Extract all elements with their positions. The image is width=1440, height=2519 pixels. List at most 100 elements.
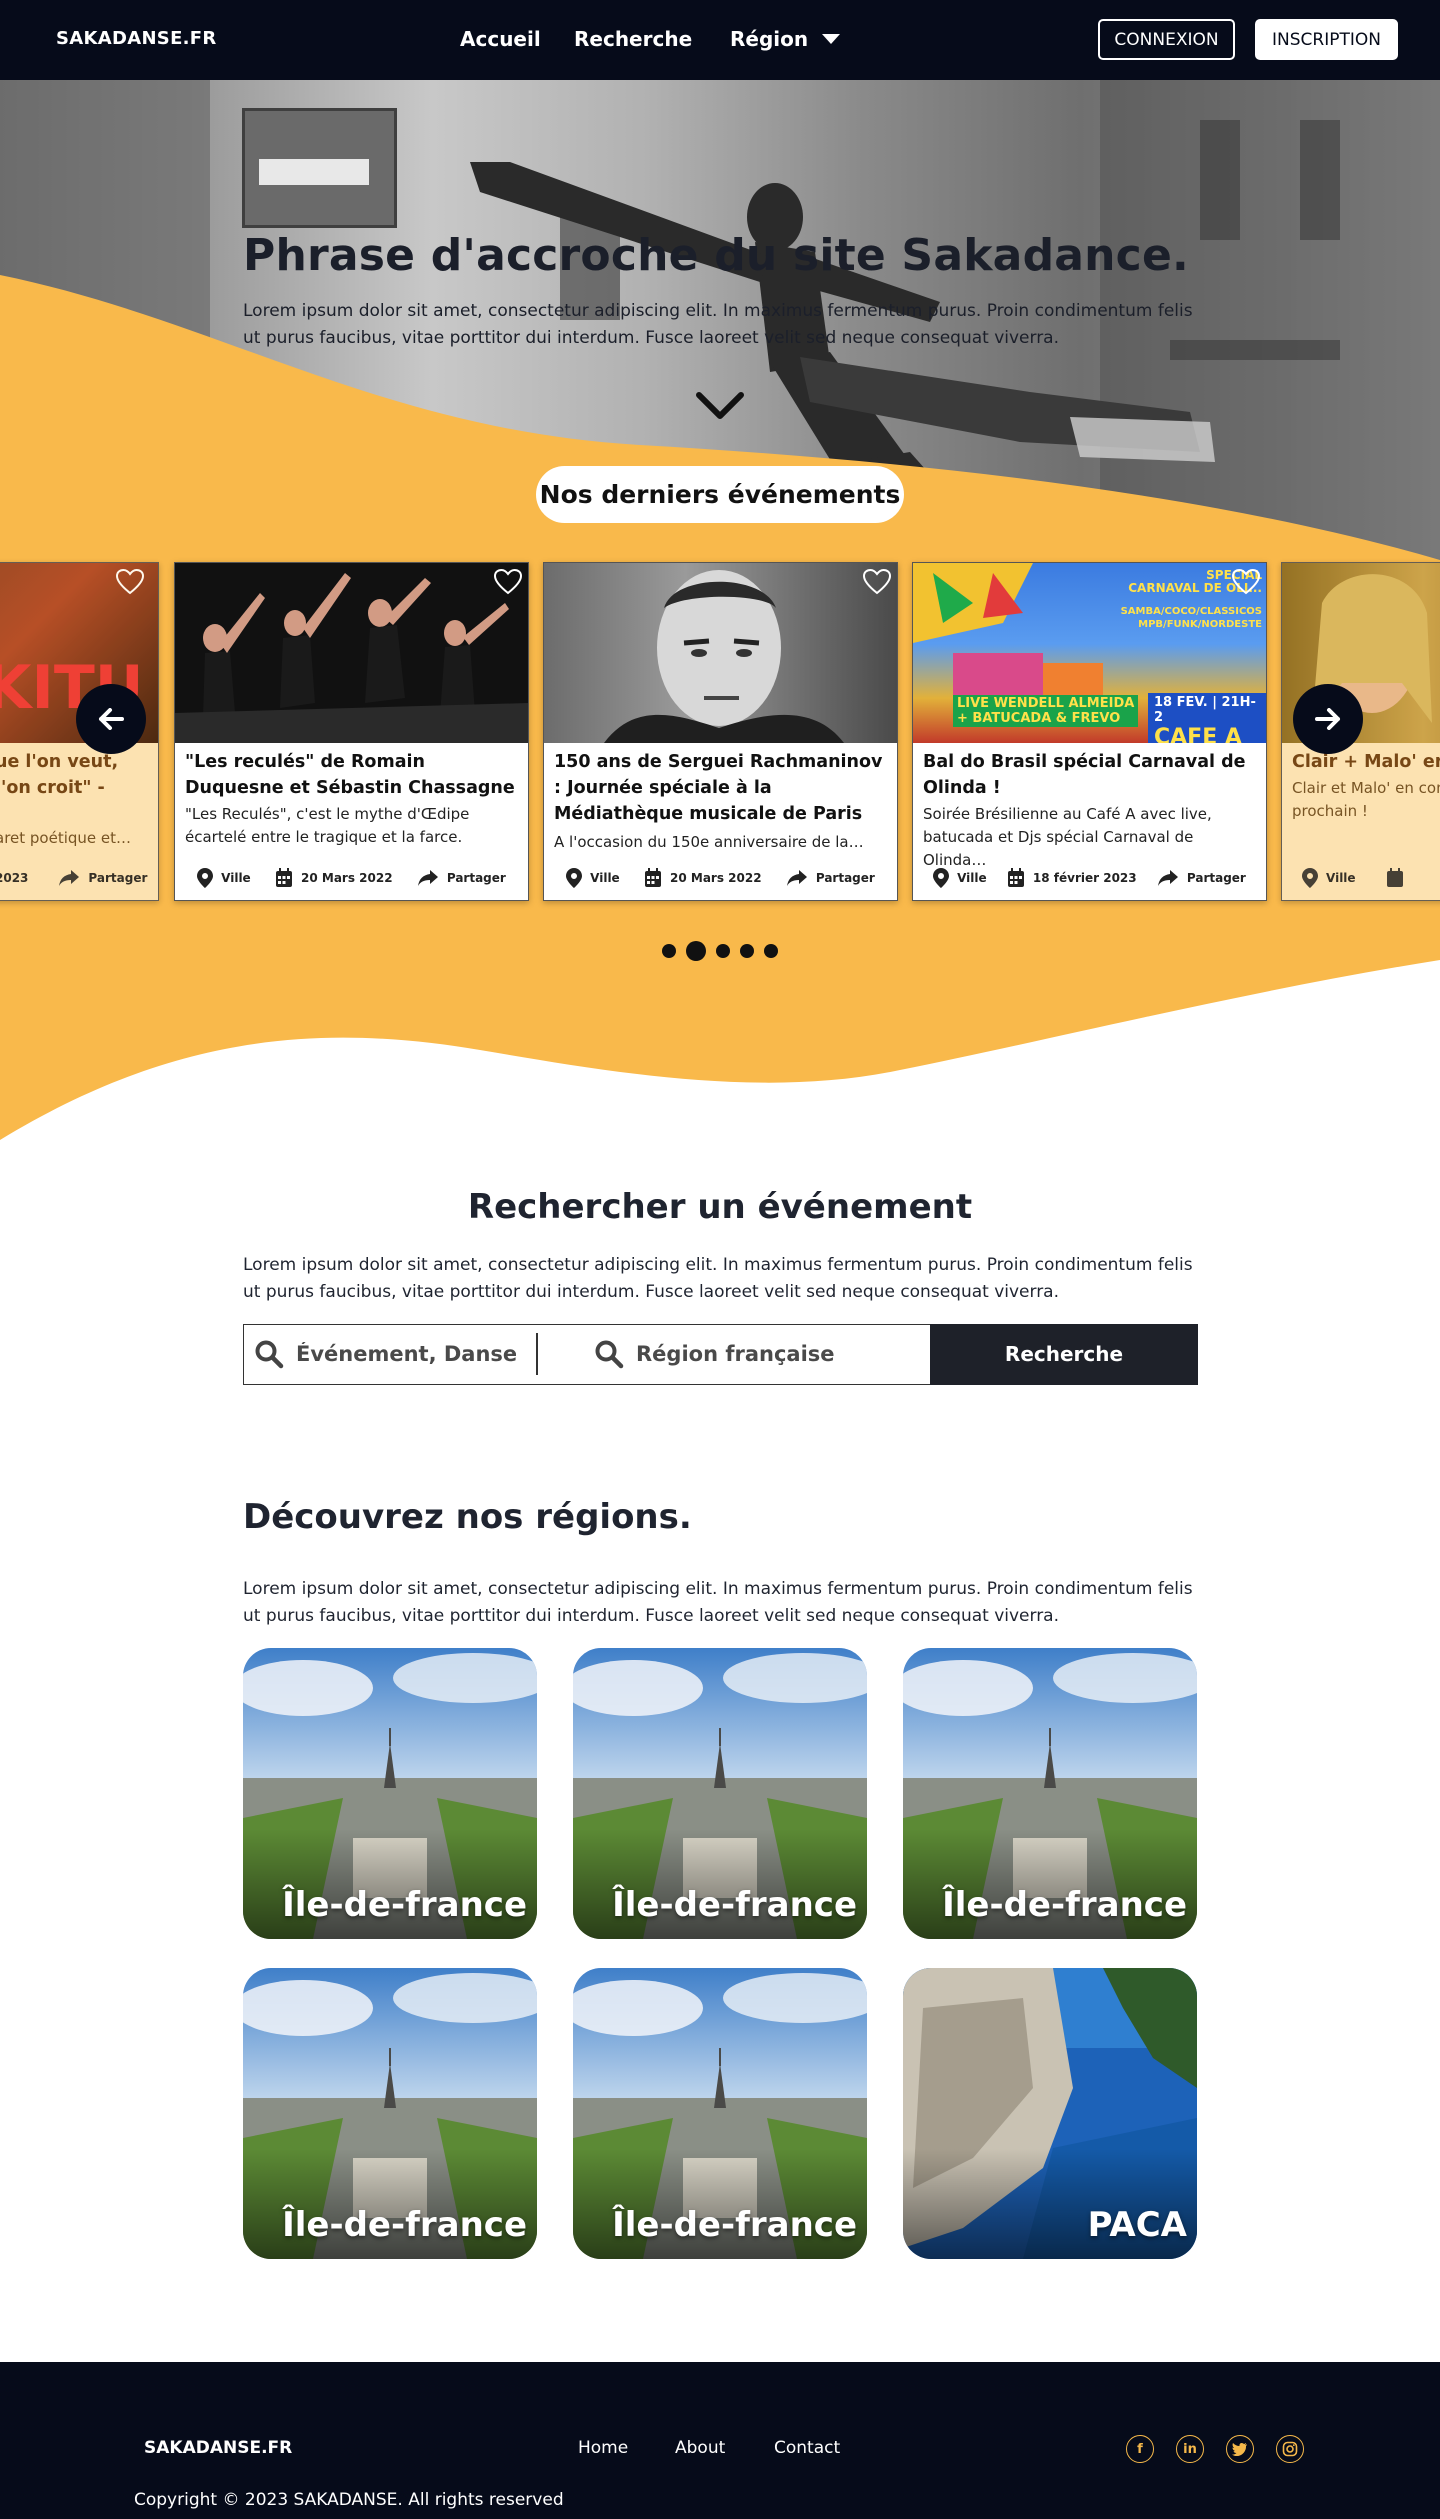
top-navbar: SAKADANSE.FR Accueil Recherche Région CO… — [0, 0, 1440, 80]
region-tile-label: Île-de-france — [612, 2205, 857, 2245]
event-card-title: 150 ans de Serguei Rachmaninov : Journée… — [554, 752, 883, 824]
linkedin-icon[interactable]: in — [1176, 2435, 1204, 2463]
heart-icon[interactable] — [494, 569, 522, 595]
event-card-title: "Les reculés" de Romain Duquesne et Séba… — [185, 752, 515, 798]
region-tile-label: PACA — [1087, 2205, 1187, 2245]
regions-section-text: Lorem ipsum dolor sit amet, consectetur … — [243, 1579, 1193, 1626]
location-pin-icon — [197, 868, 214, 888]
scroll-down-chevron-icon[interactable] — [696, 392, 744, 422]
share-icon — [786, 870, 807, 886]
share-action[interactable]: Partager — [417, 869, 506, 887]
share-icon — [1157, 870, 1178, 886]
location-pin-icon — [566, 868, 583, 888]
carousel-dot[interactable] — [764, 944, 778, 958]
search-icon — [255, 1340, 284, 1369]
footer-logo[interactable]: SAKADANSE.FR — [144, 2438, 292, 2458]
event-card-title: Bal do Brasil spécial Carnaval de Olinda… — [923, 752, 1246, 798]
footer: SAKADANSE.FR Home About Contact f in Cop… — [0, 2362, 1440, 2519]
calendar-icon — [645, 868, 661, 887]
share-label: Partager — [1186, 871, 1246, 885]
event-card[interactable]: 150 ans de Serguei Rachmaninov : Journée… — [543, 562, 898, 901]
poster-text: SAMBA/COCO/CLASSICOS — [1120, 606, 1262, 617]
heart-icon[interactable] — [1232, 569, 1260, 595]
poster-text: MPB/FUNK/NORDESTE — [1138, 619, 1262, 630]
footer-link-about[interactable]: About — [675, 2438, 725, 2458]
heart-icon[interactable] — [863, 569, 891, 595]
event-card-title: Clair + Malo' en c — [1292, 752, 1440, 772]
share-label: Partager — [446, 871, 506, 885]
nav-link-recherche[interactable]: Recherche — [574, 27, 692, 51]
event-card-image — [544, 563, 897, 743]
event-search-input[interactable] — [296, 1342, 516, 1366]
region-tile-label: Île-de-france — [282, 2205, 527, 2245]
region-tile[interactable]: Île-de-france — [573, 1648, 867, 1939]
heart-icon[interactable] — [116, 569, 144, 595]
region-tile-label: Île-de-france — [612, 1885, 857, 1925]
carousel-dot-active[interactable] — [686, 941, 706, 961]
event-card-description: A l'occasion du 150e anniversaire de la… — [554, 833, 864, 851]
event-card-city: Ville — [1326, 871, 1356, 885]
nav-link-accueil[interactable]: Accueil — [460, 27, 541, 51]
nav-link-region-label: Région — [730, 27, 809, 51]
carousel-prev-button[interactable] — [76, 684, 146, 754]
footer-link-home[interactable]: Home — [578, 2438, 628, 2458]
carousel-dot[interactable] — [662, 944, 676, 958]
share-action[interactable]: Partager — [786, 869, 875, 887]
search-bar: Recherche — [243, 1323, 1198, 1385]
carousel-dot[interactable] — [716, 944, 730, 958]
hero-title: Phrase d'accroche du site Sakadance. — [243, 230, 1189, 281]
location-pin-icon — [933, 868, 950, 888]
region-tile[interactable]: PACA — [903, 1968, 1197, 2259]
share-label: Partager — [815, 871, 875, 885]
instagram-icon[interactable] — [1276, 2435, 1304, 2463]
region-tile[interactable]: Île-de-france — [903, 1648, 1197, 1939]
event-card[interactable]: "Les reculés" de Romain Duquesne et Séba… — [174, 562, 529, 901]
hero-text: Lorem ipsum dolor sit amet, consectetur … — [243, 301, 1193, 348]
event-card-image: SPECIAL CARNAVAL DE OLI... SAMBA/COCO/CL… — [913, 563, 1266, 743]
region-tile[interactable]: Île-de-france — [243, 1968, 537, 2259]
signup-button[interactable]: INSCRIPTION — [1255, 19, 1398, 60]
carousel-dot[interactable] — [740, 944, 754, 958]
carousel-next-button[interactable] — [1293, 684, 1363, 754]
event-card-date: 20 Mars 2022 — [301, 871, 393, 885]
event-card-city: Ville — [590, 871, 620, 885]
calendar-icon — [1386, 868, 1403, 887]
poster-text: CAFE A — [1154, 725, 1242, 743]
share-icon — [59, 870, 80, 886]
region-tile-label: Île-de-france — [942, 1885, 1187, 1925]
facebook-icon[interactable]: f — [1126, 2435, 1154, 2463]
regions-section-title: Découvrez nos régions. — [243, 1497, 692, 1537]
search-icon — [595, 1340, 624, 1369]
event-card-image — [175, 563, 528, 743]
location-pin-icon — [1302, 868, 1318, 888]
event-card-description: Soirée Brésilienne au Café A avec live, … — [923, 805, 1212, 869]
poster-text: LIVE WENDELL ALMEIDA — [957, 696, 1135, 711]
login-button[interactable]: CONNEXION — [1098, 19, 1235, 60]
calendar-icon — [276, 868, 292, 887]
hero-section: Phrase d'accroche du site Sakadance. Lor… — [0, 80, 1440, 1140]
chevron-down-icon — [822, 33, 841, 44]
nav-dropdown-region[interactable]: Région — [730, 27, 841, 51]
search-section-text: Lorem ipsum dolor sit amet, consectetur … — [243, 1255, 1193, 1302]
poster-text: 18 FEV. | 21H-2 — [1154, 695, 1256, 725]
search-button[interactable]: Recherche — [930, 1323, 1198, 1385]
share-icon — [417, 870, 438, 886]
twitter-icon[interactable] — [1226, 2435, 1254, 2463]
footer-link-contact[interactable]: Contact — [774, 2438, 840, 2458]
event-card-description: aret poétique et… — [0, 829, 132, 847]
share-action[interactable]: Partager — [1157, 869, 1246, 887]
site-logo[interactable]: SAKADANSE.FR — [56, 28, 217, 49]
region-tile[interactable]: Île-de-france — [243, 1648, 537, 1939]
region-tile-label: Île-de-france — [282, 1885, 527, 1925]
share-action[interactable]: Partager — [58, 869, 147, 887]
event-card-description: Clair et Malo' en con prochain ! — [1292, 779, 1440, 820]
region-search-input[interactable] — [636, 1342, 856, 1366]
event-card-date: 20 Mars 2022 — [670, 871, 762, 885]
search-section-title: Rechercher un événement — [467, 1187, 973, 1227]
event-card-description: "Les Reculés", c'est le mythe d'Œdipe éc… — [185, 805, 470, 846]
region-tile[interactable]: Île-de-france — [573, 1968, 867, 2259]
event-card-title: ue l'on veut, l'on croit" - — [0, 752, 119, 798]
event-card-date: 2023 — [0, 871, 29, 885]
event-card[interactable]: SPECIAL CARNAVAL DE OLI... SAMBA/COCO/CL… — [912, 562, 1267, 901]
event-card-date: 18 février 2023 — [1032, 871, 1137, 885]
